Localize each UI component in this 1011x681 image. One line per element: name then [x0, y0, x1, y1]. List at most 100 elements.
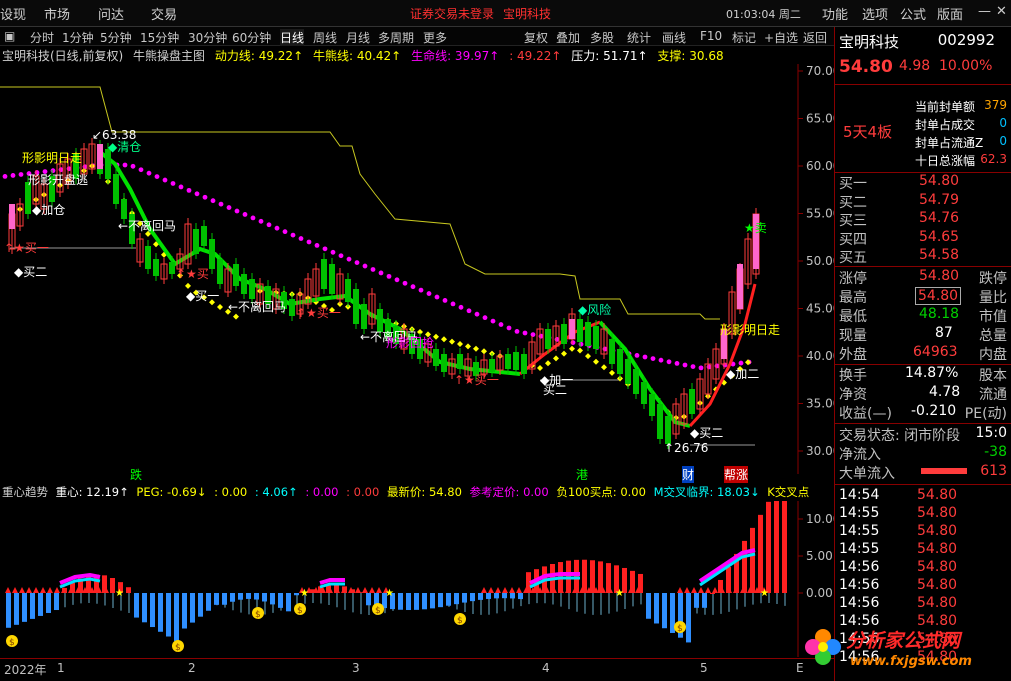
candle-body-down: [649, 394, 655, 416]
menu-item-1[interactable]: 设现: [0, 4, 26, 23]
toolbar-item-9[interactable]: 多周期: [378, 29, 414, 46]
trend-bar: [742, 540, 747, 593]
toolbar-item-10[interactable]: 更多: [423, 29, 447, 46]
toolbar-item-4[interactable]: 30分钟: [188, 29, 227, 46]
life-line-dot: [298, 236, 304, 241]
bid-row[interactable]: 买四 54.65: [839, 229, 1007, 248]
menu-item-market[interactable]: 市场: [44, 4, 70, 23]
menu-item-wenda[interactable]: 问达: [98, 4, 124, 23]
toolbar-item-0[interactable]: 分时: [30, 29, 54, 46]
life-line-dot: [354, 260, 360, 266]
trend-bar: [126, 587, 131, 593]
tick-price: 54.80: [917, 505, 958, 521]
inner-volume-label: 内盘: [979, 347, 1007, 363]
toolbar-item-15[interactable]: 画线: [662, 29, 686, 46]
signal-triangle: [19, 587, 25, 593]
toolbar-item-13[interactable]: 多股: [590, 29, 614, 46]
trend-bar: [278, 593, 283, 608]
center-trend-chart[interactable]: 10.00 5.00 0.00 ★ ★ ★ ★ ★ $ $ $ $ $ $ $: [0, 501, 834, 657]
tick-time: 14:55: [839, 523, 880, 539]
toolbar-item-14[interactable]: 统计: [627, 29, 651, 46]
bid-row[interactable]: 买二 54.79: [839, 192, 1007, 211]
minimize-button[interactable]: —: [978, 4, 991, 19]
watermark-url: www.fxjgsw.com: [850, 654, 972, 669]
pe-label: PE(动): [964, 406, 1007, 422]
bid-row[interactable]: 买五 54.58: [839, 247, 1007, 266]
float-shares-label: 流通: [979, 387, 1007, 403]
volume-ratio-label: 量比: [979, 290, 1007, 306]
toolbar-item-19[interactable]: 返回: [803, 29, 827, 46]
menu-item-trade[interactable]: 交易: [151, 4, 177, 23]
highlight-candle: [569, 319, 575, 339]
life-line-dot: [378, 270, 384, 276]
sub-indicator-name[interactable]: 重心趋势: [2, 485, 48, 499]
signal-star: ★: [115, 588, 124, 599]
bid-label: 买四: [839, 231, 867, 248]
life-line-dot: [18, 172, 24, 177]
life-line-dot: [690, 364, 696, 369]
signal-triangle: [495, 587, 501, 593]
toolbar-item-2[interactable]: 5分钟: [100, 29, 132, 46]
tick-time: 14:56: [839, 577, 880, 593]
toolbar-item-5[interactable]: 60分钟: [232, 29, 271, 46]
date-month-1: 1: [57, 661, 65, 675]
risk-label: ◆风险: [578, 302, 611, 317]
toolbar-item-3[interactable]: 15分钟: [140, 29, 179, 46]
buy-signal-7: 买二: [543, 383, 567, 397]
trend-bar: [182, 593, 187, 629]
sell-signal: ★卖: [744, 221, 767, 235]
sub-value-6: : 0.00: [346, 485, 380, 499]
trend-bar: [190, 593, 195, 623]
main-indicator-name[interactable]: 牛熊操盘主图: [133, 49, 205, 63]
signal-triangle: [12, 587, 18, 593]
signal-star: ★: [760, 588, 769, 599]
toolbar-item-11[interactable]: 复权: [524, 29, 548, 46]
menu-item-function[interactable]: 功能: [822, 4, 848, 23]
money-bag-symbol: $: [457, 616, 463, 626]
bull-bear-diamond: [449, 338, 455, 345]
tick-price: 54.80: [917, 487, 958, 503]
toolbar-item-1[interactable]: 1分钟: [62, 29, 94, 46]
outer-volume-label: 外盘: [839, 347, 867, 363]
bull-bear-diamond: [473, 345, 479, 352]
signal-triangle: [516, 587, 522, 593]
menu-item-layout[interactable]: 版面: [937, 4, 963, 23]
candle-body-down: [145, 246, 151, 269]
candle-body-down: [433, 349, 439, 366]
life-line-dot: [210, 198, 216, 204]
life-line-dot: [674, 361, 680, 366]
menu-item-formula[interactable]: 公式: [900, 4, 926, 23]
toolbar-item-7[interactable]: 周线: [313, 29, 337, 46]
y-tick-label: 60.00: [806, 159, 834, 173]
close-button[interactable]: ✕: [996, 4, 1007, 19]
life-line-dot: [506, 325, 512, 331]
trend-bar: [14, 593, 19, 625]
trend-bar: [398, 593, 403, 610]
life-line-dot: [698, 365, 704, 371]
money-bag-symbol: $: [175, 643, 181, 653]
toolbar-item-17[interactable]: 标记: [732, 29, 756, 46]
toolbar-item-18[interactable]: +自选: [764, 29, 798, 46]
toolbar-item-6[interactable]: 日线: [280, 29, 305, 46]
menu-item-options[interactable]: 选项: [862, 4, 888, 23]
y-tick-label: 45.00: [806, 302, 834, 316]
candle-body-down: [657, 404, 663, 439]
life-line-dot: [418, 287, 424, 293]
bull-bear-diamond: [553, 355, 559, 362]
money-bag-symbol: $: [375, 606, 381, 616]
trend-bar: [510, 593, 515, 599]
trend-bar: [142, 593, 147, 623]
bid-row[interactable]: 买三 54.76: [839, 210, 1007, 229]
layout-icon[interactable]: ▣: [4, 29, 15, 43]
life-line-dot: [410, 284, 416, 290]
toolbar-item-8[interactable]: 月线: [346, 29, 370, 46]
login-warning[interactable]: 证券交易未登录: [410, 5, 494, 22]
bid-row[interactable]: 买一 54.80: [839, 173, 1007, 192]
price-chart[interactable]: 70.00 65.00 60.00 55.00 50.00 45.00 40.00 35.00…: [0, 64, 834, 474]
candle-body-down: [457, 354, 463, 369]
signal-triangle: [698, 587, 704, 593]
toolbar-item-12[interactable]: 叠加: [556, 29, 580, 46]
toolbar-item-16[interactable]: F10: [700, 29, 722, 43]
signal-open-escape-label: 形影开盘逃: [28, 172, 88, 187]
streak-label: 5天4板: [843, 123, 893, 141]
